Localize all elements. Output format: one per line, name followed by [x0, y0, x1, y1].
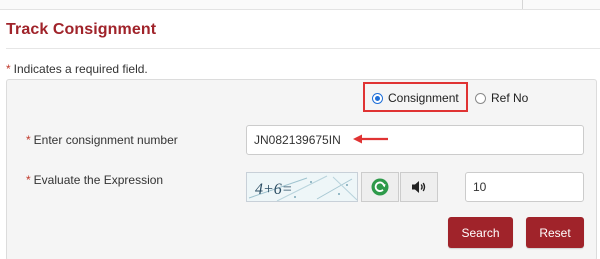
reset-button[interactable]: Reset	[526, 217, 584, 248]
expression-answer-input[interactable]: 10	[465, 172, 584, 202]
consignment-number-label: * Enter consignment number	[26, 133, 178, 147]
captcha-noise-graphic: 4+6=	[247, 173, 357, 201]
top-bar-divider	[522, 0, 523, 9]
expression-answer-value: 10	[473, 180, 487, 194]
title-divider	[6, 48, 600, 49]
required-field-note: * Indicates a required field.	[6, 62, 148, 76]
audio-captcha-button[interactable]	[400, 172, 438, 202]
search-button[interactable]: Search	[448, 217, 513, 248]
track-consignment-page: Track Consignment * Indicates a required …	[0, 0, 600, 259]
consignment-required-star: *	[26, 133, 31, 147]
consignment-number-input[interactable]: JN082139675IN	[246, 125, 584, 155]
refresh-captcha-button[interactable]	[361, 172, 399, 202]
required-note-text: Indicates a required field.	[13, 62, 148, 76]
annotation-arrow-icon	[353, 134, 388, 144]
speaker-icon	[412, 181, 426, 193]
radio-consignment-label: Consignment	[388, 91, 459, 105]
radio-consignment[interactable]: Consignment	[372, 91, 459, 105]
consignment-number-value: JN082139675IN	[254, 133, 341, 147]
radio-ref-no-dot[interactable]	[475, 92, 486, 104]
radio-consignment-dot[interactable]	[372, 92, 383, 104]
captcha-text: 4+6=	[255, 181, 293, 198]
required-star: *	[6, 62, 11, 76]
top-bar	[0, 0, 600, 10]
expression-required-star: *	[26, 173, 31, 187]
radio-ref-no[interactable]: Ref No	[475, 91, 528, 105]
expression-label: * Evaluate the Expression	[26, 173, 163, 187]
expression-label-text: Evaluate the Expression	[33, 173, 164, 187]
refresh-icon	[371, 178, 389, 196]
radio-ref-no-label: Ref No	[491, 91, 529, 105]
consignment-label-text: Enter consignment number	[33, 133, 178, 147]
page-title: Track Consignment	[6, 21, 157, 38]
captcha-image: 4+6=	[246, 172, 358, 202]
